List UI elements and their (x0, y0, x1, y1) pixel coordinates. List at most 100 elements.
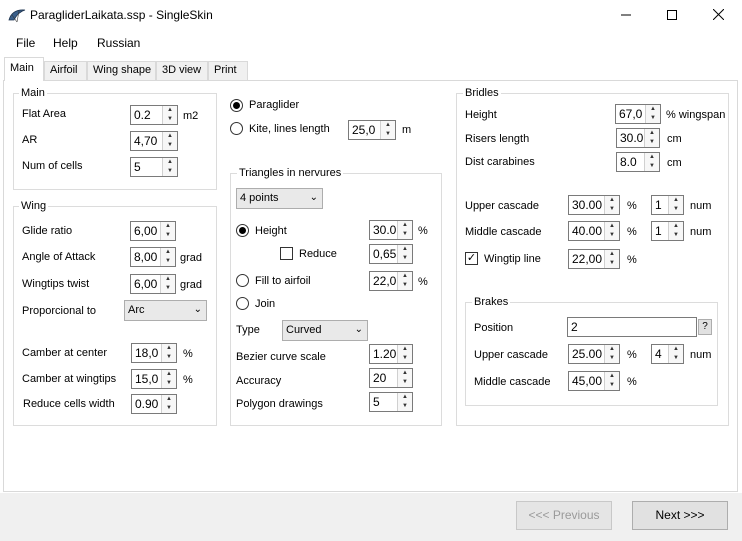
polygon-spinner[interactable]: 5 ▲ ▼ (369, 392, 413, 412)
down-arrow-icon[interactable]: ▼ (669, 205, 683, 214)
bridles-height-spinner[interactable]: 67,0 ▲ ▼ (615, 104, 661, 124)
upper-cascade-spinner[interactable]: 30.00 ▲ ▼ (568, 195, 620, 215)
tab-main[interactable]: Main (4, 57, 44, 81)
down-arrow-icon[interactable]: ▼ (605, 381, 619, 390)
up-arrow-icon[interactable]: ▲ (398, 393, 412, 402)
proporcional-select[interactable]: Arc ⌄ (124, 300, 207, 321)
down-arrow-icon[interactable]: ▼ (398, 378, 412, 387)
accuracy-spinner[interactable]: 20 ▲ ▼ (369, 368, 413, 388)
risers-length-spinner[interactable]: 30.0 ▲ ▼ (616, 128, 660, 148)
down-arrow-icon[interactable]: ▼ (398, 354, 412, 363)
points-select[interactable]: 4 points ⌄ (236, 188, 323, 209)
fill-airfoil-radio[interactable] (236, 274, 249, 287)
position-input[interactable]: 2 (567, 317, 697, 337)
maximize-button[interactable] (649, 0, 695, 31)
upper-cascade-num-spinner[interactable]: 1 ▲ ▼ (651, 195, 684, 215)
spinner-arrows[interactable]: ▲ ▼ (162, 132, 177, 150)
paraglider-radio[interactable] (230, 99, 243, 112)
up-arrow-icon[interactable]: ▲ (669, 345, 683, 354)
down-arrow-icon[interactable]: ▼ (162, 379, 176, 388)
down-arrow-icon[interactable]: ▼ (161, 257, 175, 266)
spinner-arrows[interactable]: ▲ ▼ (668, 345, 683, 363)
up-arrow-icon[interactable]: ▲ (161, 275, 175, 284)
spinner-arrows[interactable]: ▲ ▼ (161, 370, 176, 388)
wingtips-twist-spinner[interactable]: 6,00 ▲ ▼ (130, 274, 176, 294)
spinner-arrows[interactable]: ▲ ▼ (397, 369, 412, 387)
spinner-arrows[interactable]: ▲ ▼ (160, 275, 175, 293)
middle-cascade-spinner[interactable]: 40.00 ▲ ▼ (568, 221, 620, 241)
close-button[interactable] (695, 0, 741, 31)
down-arrow-icon[interactable]: ▼ (645, 162, 659, 171)
up-arrow-icon[interactable]: ▲ (162, 344, 176, 353)
up-arrow-icon[interactable]: ▲ (605, 196, 619, 205)
kite-lines-spinner[interactable]: 25,0 ▲ ▼ (348, 120, 396, 140)
up-arrow-icon[interactable]: ▲ (162, 370, 176, 379)
up-arrow-icon[interactable]: ▲ (398, 221, 412, 230)
down-arrow-icon[interactable]: ▼ (163, 167, 177, 176)
next-button[interactable]: Next >>> (632, 501, 728, 530)
down-arrow-icon[interactable]: ▼ (605, 259, 619, 268)
up-arrow-icon[interactable]: ▲ (605, 372, 619, 381)
down-arrow-icon[interactable]: ▼ (398, 254, 412, 263)
spinner-arrows[interactable]: ▲ ▼ (604, 250, 619, 268)
tri-height-spinner[interactable]: 30.0 ▲ ▼ (369, 220, 413, 240)
spinner-arrows[interactable]: ▲ ▼ (604, 372, 619, 390)
glide-ratio-spinner[interactable]: 6,00 ▲ ▼ (130, 221, 176, 241)
spinner-arrows[interactable]: ▲ ▼ (160, 248, 175, 266)
previous-button[interactable]: <<< Previous (516, 501, 612, 530)
tab-wing-shape[interactable]: Wing shape (87, 61, 156, 80)
spinner-arrows[interactable]: ▲ ▼ (380, 121, 395, 139)
up-arrow-icon[interactable]: ▲ (163, 158, 177, 167)
flat-area-spinner[interactable]: 0.2 ▲ ▼ (130, 105, 178, 125)
num-cells-spinner[interactable]: 5 ▲ ▼ (130, 157, 178, 177)
spinner-arrows[interactable]: ▲ ▼ (604, 222, 619, 240)
up-arrow-icon[interactable]: ▲ (398, 245, 412, 254)
bezier-spinner[interactable]: 1.20 ▲ ▼ (369, 344, 413, 364)
down-arrow-icon[interactable]: ▼ (162, 353, 176, 362)
up-arrow-icon[interactable]: ▲ (605, 345, 619, 354)
down-arrow-icon[interactable]: ▼ (381, 130, 395, 139)
ar-spinner[interactable]: 4,70 ▲ ▼ (130, 131, 178, 151)
up-arrow-icon[interactable]: ▲ (605, 222, 619, 231)
down-arrow-icon[interactable]: ▼ (669, 354, 683, 363)
down-arrow-icon[interactable]: ▼ (669, 231, 683, 240)
middle-cascade-num-spinner[interactable]: 1 ▲ ▼ (651, 221, 684, 241)
brakes-upper-spinner[interactable]: 25.00 ▲ ▼ (568, 344, 620, 364)
spinner-arrows[interactable]: ▲ ▼ (644, 129, 659, 147)
down-arrow-icon[interactable]: ▼ (398, 281, 412, 290)
camber-center-spinner[interactable]: 18,0 ▲ ▼ (131, 343, 177, 363)
down-arrow-icon[interactable]: ▼ (163, 141, 177, 150)
down-arrow-icon[interactable]: ▼ (646, 114, 660, 123)
spinner-arrows[interactable]: ▲ ▼ (668, 222, 683, 240)
tab-print[interactable]: Print (208, 61, 248, 80)
menu-russian[interactable]: Russian (97, 36, 140, 50)
up-arrow-icon[interactable]: ▲ (646, 105, 660, 114)
spinner-arrows[interactable]: ▲ ▼ (604, 345, 619, 363)
up-arrow-icon[interactable]: ▲ (398, 272, 412, 281)
menu-help[interactable]: Help (53, 36, 78, 50)
spinner-arrows[interactable]: ▲ ▼ (604, 196, 619, 214)
camber-wingtips-spinner[interactable]: 15,0 ▲ ▼ (131, 369, 177, 389)
up-arrow-icon[interactable]: ▲ (398, 345, 412, 354)
kite-radio[interactable] (230, 122, 243, 135)
down-arrow-icon[interactable]: ▼ (161, 231, 175, 240)
minimize-button[interactable] (603, 0, 649, 31)
down-arrow-icon[interactable]: ▼ (163, 115, 177, 124)
up-arrow-icon[interactable]: ▲ (605, 250, 619, 259)
spinner-arrows[interactable]: ▲ ▼ (161, 395, 176, 413)
spinner-arrows[interactable]: ▲ ▼ (397, 393, 412, 411)
dist-carabines-spinner[interactable]: 8.0 ▲ ▼ (616, 152, 660, 172)
up-arrow-icon[interactable]: ▲ (381, 121, 395, 130)
spinner-arrows[interactable]: ▲ ▼ (645, 105, 660, 123)
down-arrow-icon[interactable]: ▼ (605, 205, 619, 214)
spinner-arrows[interactable]: ▲ ▼ (397, 345, 412, 363)
spinner-arrows[interactable]: ▲ ▼ (162, 106, 177, 124)
height-radio[interactable] (236, 224, 249, 237)
menu-file[interactable]: File (16, 36, 35, 50)
spinner-arrows[interactable]: ▲ ▼ (644, 153, 659, 171)
down-arrow-icon[interactable]: ▼ (398, 402, 412, 411)
spinner-arrows[interactable]: ▲ ▼ (668, 196, 683, 214)
spinner-arrows[interactable]: ▲ ▼ (397, 245, 412, 263)
down-arrow-icon[interactable]: ▼ (605, 231, 619, 240)
brakes-middle-spinner[interactable]: 45,00 ▲ ▼ (568, 371, 620, 391)
